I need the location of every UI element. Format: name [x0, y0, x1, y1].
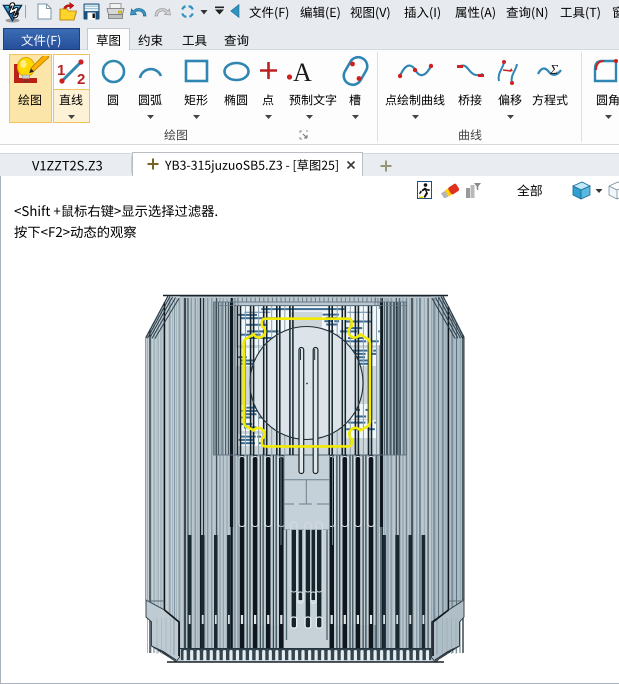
- svg-text:A: A: [293, 58, 312, 84]
- svg-text:2: 2: [77, 71, 85, 87]
- svg-text:1: 1: [57, 62, 65, 79]
- svg-text:Σ: Σ: [549, 63, 559, 78]
